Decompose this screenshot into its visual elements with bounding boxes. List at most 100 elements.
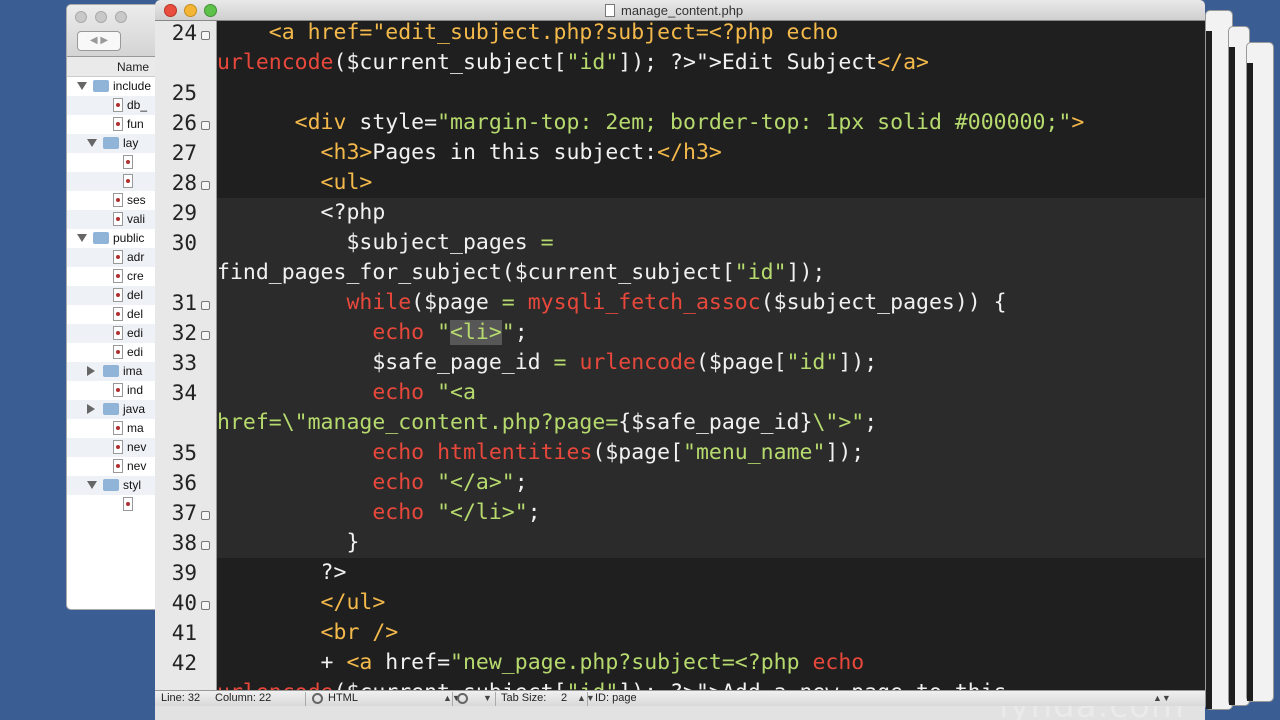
minimize-dot[interactable] xyxy=(95,11,107,23)
fold-toggle-icon[interactable] xyxy=(201,541,210,550)
code-line[interactable]: echo "</a>"; xyxy=(217,468,1205,498)
line-number: 40 xyxy=(171,591,197,615)
item-label: ima xyxy=(123,364,143,378)
code-line[interactable]: urlencode($current_subject["id"]); ?>">E… xyxy=(217,48,1205,78)
code-line[interactable]: echo "<li>"; xyxy=(217,318,1205,348)
column-indicator: Column: 22 xyxy=(215,692,272,704)
line-number: 24 xyxy=(171,21,197,45)
gear-icon[interactable] xyxy=(312,693,323,704)
php-file-icon xyxy=(113,250,123,264)
fold-toggle-icon[interactable] xyxy=(201,121,210,130)
item-label: lay xyxy=(123,136,139,150)
symbol-selector[interactable]: ID: page xyxy=(595,692,637,704)
code-line[interactable]: <div style="margin-top: 2em; border-top:… xyxy=(217,108,1205,138)
item-label: edi xyxy=(127,345,144,359)
item-label: ind xyxy=(127,383,144,397)
item-label: db_ xyxy=(127,98,148,112)
line-number: 39 xyxy=(171,561,197,585)
code-line[interactable]: ?> xyxy=(217,558,1205,588)
line-number: 28 xyxy=(171,171,197,195)
item-label: public xyxy=(113,231,145,245)
item-label: fun xyxy=(127,117,144,131)
code-line[interactable]: echo "<a xyxy=(217,378,1205,408)
item-label: nev xyxy=(127,459,147,473)
item-label: del xyxy=(127,288,144,302)
code-line[interactable]: urlencode($current_subject["id"]); ?>">A… xyxy=(217,678,1205,690)
folder-icon xyxy=(93,80,109,92)
code-line[interactable]: <h3>Pages in this subject:</h3> xyxy=(217,138,1205,168)
code-line[interactable]: <ul> xyxy=(217,168,1205,198)
fold-toggle-icon[interactable] xyxy=(201,31,210,40)
zoom-dot[interactable] xyxy=(115,11,127,23)
item-label: java xyxy=(123,402,146,416)
fold-toggle-icon[interactable] xyxy=(201,601,210,610)
background-status-strip: lynda.com xyxy=(155,706,1205,720)
folder-icon xyxy=(103,137,119,149)
folder-icon xyxy=(103,403,119,415)
code-area[interactable]: <a href="edit_subject.php?subject=<?php … xyxy=(217,21,1205,690)
php-file-icon xyxy=(113,193,123,207)
fold-toggle-icon[interactable] xyxy=(201,331,210,340)
item-label: include xyxy=(113,79,152,93)
code-line[interactable]: } xyxy=(217,528,1205,558)
php-file-icon xyxy=(123,497,133,511)
code-line[interactable]: echo htmlentities($page["menu_name"]); xyxy=(217,438,1205,468)
item-label: styl xyxy=(123,478,141,492)
fold-toggle-icon[interactable] xyxy=(201,181,210,190)
close-button[interactable] xyxy=(164,4,177,17)
line-number: 31 xyxy=(171,291,197,315)
symbol-dropdown-arrow-icon[interactable]: ▲▼ xyxy=(1153,693,1171,703)
code-line[interactable]: </ul> xyxy=(217,588,1205,618)
disclosure-triangle-icon[interactable] xyxy=(87,481,97,489)
line-number: 42 xyxy=(171,651,197,675)
php-file-icon xyxy=(113,345,123,359)
item-label: ma xyxy=(127,421,144,435)
code-line[interactable]: $safe_page_id = urlencode($page["id"]); xyxy=(217,348,1205,378)
php-file-icon xyxy=(113,307,123,321)
fold-toggle-icon[interactable] xyxy=(201,511,210,520)
watermark: lynda.com xyxy=(999,706,1185,720)
editor-window: manage_content.php 24 25 26 27 28 29 30 31 32 33 3… xyxy=(155,0,1205,706)
line-number: 41 xyxy=(171,621,197,645)
folder-icon xyxy=(103,365,119,377)
tab-size-value[interactable]: 2 xyxy=(561,692,567,704)
disclosure-triangle-icon[interactable] xyxy=(87,404,95,414)
settings-dropdown-icon[interactable]: ▼ xyxy=(483,693,492,703)
zoom-button[interactable] xyxy=(204,4,217,17)
line-number: 25 xyxy=(171,81,197,105)
disclosure-triangle-icon[interactable] xyxy=(77,82,87,90)
code-line[interactable] xyxy=(217,78,1205,108)
item-label: del xyxy=(127,307,144,321)
back-forward-buttons[interactable]: ◀ ▶ xyxy=(77,31,121,51)
line-number: 35 xyxy=(171,441,197,465)
window-titlebar: manage_content.php xyxy=(155,0,1205,21)
tab-size-arrow-icon[interactable]: ▲▼ xyxy=(577,693,595,703)
close-dot[interactable] xyxy=(75,11,87,23)
disclosure-triangle-icon[interactable] xyxy=(77,234,87,242)
code-line[interactable]: find_pages_for_subject($current_subject[… xyxy=(217,258,1205,288)
fold-toggle-icon[interactable] xyxy=(201,301,210,310)
item-label: vali xyxy=(127,212,146,226)
code-line[interactable]: $subject_pages = xyxy=(217,228,1205,258)
settings-gear-icon[interactable] xyxy=(457,693,468,704)
code-line[interactable]: <br /> xyxy=(217,618,1205,648)
tab-size-label[interactable]: Tab Size: xyxy=(501,692,546,704)
disclosure-triangle-icon[interactable] xyxy=(87,139,97,147)
php-file-icon xyxy=(113,326,123,340)
window-title: manage_content.php xyxy=(621,3,744,18)
code-line[interactable]: href=\"manage_content.php?page={$safe_pa… xyxy=(217,408,1205,438)
language-selector[interactable]: HTML xyxy=(328,692,358,704)
php-file-icon xyxy=(113,269,123,283)
code-line[interactable]: + <a href="new_page.php?subject=<?php ec… xyxy=(217,648,1205,678)
item-label: edi xyxy=(127,326,144,340)
disclosure-triangle-icon[interactable] xyxy=(87,366,95,376)
folder-icon xyxy=(103,479,119,491)
minimize-button[interactable] xyxy=(184,4,197,17)
code-line[interactable]: echo "</li>"; xyxy=(217,498,1205,528)
code-line[interactable]: <?php xyxy=(217,198,1205,228)
code-line[interactable]: while($page = mysqli_fetch_assoc($subjec… xyxy=(217,288,1205,318)
item-label: cre xyxy=(127,269,144,283)
code-line[interactable]: <a href="edit_subject.php?subject=<?php … xyxy=(217,21,1205,48)
line-number-gutter[interactable]: 24 25 26 27 28 29 30 31 32 33 34 35 36 37 38 39 40 41 42 xyxy=(155,21,217,690)
line-number: 34 xyxy=(171,381,197,405)
